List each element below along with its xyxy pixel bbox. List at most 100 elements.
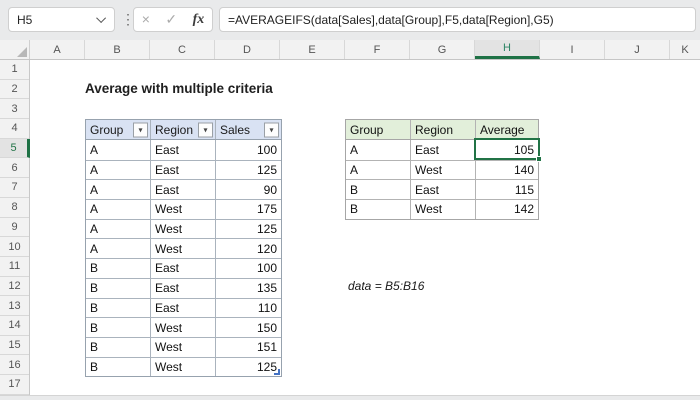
row-header-10[interactable]: 10 — [0, 237, 29, 257]
cell-G7[interactable]: East — [411, 180, 476, 200]
range-note[interactable]: data = B5:B16 — [348, 276, 431, 296]
column-header-G[interactable]: G — [410, 40, 475, 59]
result-table-header-average[interactable]: Average — [476, 120, 538, 139]
column-header-D[interactable]: D — [215, 40, 280, 59]
result-table-header-row: Group Region Average — [346, 120, 538, 140]
table-row: B West 151 — [86, 336, 281, 357]
cell-H8[interactable]: 142 — [476, 200, 538, 219]
row-header-15[interactable]: 15 — [0, 336, 29, 356]
cell-C14[interactable]: West — [151, 318, 216, 337]
cell-B15[interactable]: B — [86, 337, 151, 357]
cell-B7[interactable]: A — [86, 180, 151, 200]
column-header-F[interactable]: F — [345, 40, 410, 59]
row-header-11[interactable]: 11 — [0, 257, 29, 277]
cell-F7[interactable]: B — [346, 180, 411, 200]
select-all-button[interactable] — [0, 40, 30, 59]
column-header-J[interactable]: J — [605, 40, 670, 59]
cell-B8[interactable]: A — [86, 200, 151, 219]
cell-C9[interactable]: West — [151, 219, 216, 239]
column-header-H-selected[interactable]: H — [475, 40, 540, 59]
cell-B13[interactable]: B — [86, 298, 151, 318]
row-header-5-selected[interactable]: 5 — [0, 138, 30, 159]
insert-function-icon[interactable]: fx — [193, 8, 205, 31]
name-box-value: H5 — [17, 12, 33, 27]
cell-D16[interactable]: 125 — [216, 358, 281, 377]
filter-dropdown-icon[interactable]: ▾ — [198, 122, 213, 137]
result-table-header-region[interactable]: Region — [411, 120, 476, 139]
data-table-header-region[interactable]: Region ▾ — [151, 120, 216, 139]
cell-F8[interactable]: B — [346, 200, 411, 219]
cell-B9[interactable]: A — [86, 219, 151, 239]
cell-D8[interactable]: 175 — [216, 200, 281, 219]
cell-C7[interactable]: East — [151, 180, 216, 200]
cell-D13[interactable]: 110 — [216, 299, 281, 318]
cell-F6[interactable]: A — [346, 160, 411, 180]
column-header-E[interactable]: E — [280, 40, 345, 59]
column-header-K[interactable]: K — [670, 40, 700, 59]
row-header-13[interactable]: 13 — [0, 296, 29, 316]
row-header-8[interactable]: 8 — [0, 198, 29, 218]
row-header-14[interactable]: 14 — [0, 316, 29, 336]
cell-H5-active[interactable]: 105 — [476, 140, 538, 160]
cell-C10[interactable]: West — [151, 239, 216, 259]
select-all-triangle-icon — [17, 47, 27, 57]
cell-B5[interactable]: A — [86, 140, 151, 160]
cell-C6[interactable]: East — [151, 160, 216, 180]
cell-C13[interactable]: East — [151, 298, 216, 318]
table-resize-handle[interactable] — [274, 369, 280, 376]
row-header-6[interactable]: 6 — [0, 158, 29, 179]
cell-H7[interactable]: 115 — [476, 180, 538, 199]
row-header-1[interactable]: 1 — [0, 60, 29, 80]
cell-C11[interactable]: East — [151, 259, 216, 278]
cell-B11[interactable]: B — [86, 259, 151, 278]
cancel-icon[interactable]: × — [142, 8, 150, 31]
cell-C8[interactable]: West — [151, 200, 216, 219]
cell-D11[interactable]: 100 — [216, 259, 281, 278]
row-header-12[interactable]: 12 — [0, 277, 29, 297]
cell-C15[interactable]: West — [151, 337, 216, 357]
row-header-16[interactable]: 16 — [0, 355, 29, 375]
fill-handle[interactable] — [536, 156, 542, 162]
cell-B12[interactable]: B — [86, 278, 151, 298]
column-header-B[interactable]: B — [85, 40, 150, 59]
row-header-3[interactable]: 3 — [0, 99, 29, 120]
column-header-I[interactable]: I — [540, 40, 605, 59]
cell-D10[interactable]: 120 — [216, 239, 281, 258]
enter-icon[interactable]: ✓ — [165, 8, 177, 31]
cell-B6[interactable]: A — [86, 160, 151, 180]
cell-B14[interactable]: B — [86, 318, 151, 337]
cell-C12[interactable]: East — [151, 278, 216, 298]
result-table-header-group[interactable]: Group — [346, 120, 411, 139]
cell-H6[interactable]: 140 — [476, 161, 538, 180]
column-header-A[interactable]: A — [30, 40, 85, 59]
row-header-9[interactable]: 9 — [0, 218, 29, 238]
cell-F5[interactable]: A — [346, 140, 411, 160]
cell-D7[interactable]: 90 — [216, 180, 281, 199]
data-table-header-sales[interactable]: Sales ▾ — [216, 120, 281, 139]
cell-B10[interactable]: A — [86, 239, 151, 259]
cell-D12[interactable]: 135 — [216, 279, 281, 298]
worksheet-title[interactable]: Average with multiple criteria — [85, 78, 279, 99]
data-table-header-group[interactable]: Group ▾ — [86, 120, 151, 139]
cell-G8[interactable]: West — [411, 200, 476, 219]
row-header-7[interactable]: 7 — [0, 178, 29, 198]
chevron-down-icon[interactable] — [96, 13, 107, 24]
cell-D5[interactable]: 100 — [216, 140, 281, 160]
row-header-17[interactable]: 17 — [0, 375, 29, 395]
cell-C5[interactable]: East — [151, 140, 216, 160]
column-header-C[interactable]: C — [150, 40, 215, 59]
cell-G5[interactable]: East — [411, 140, 476, 160]
cell-D9[interactable]: 125 — [216, 220, 281, 239]
filter-dropdown-icon[interactable]: ▾ — [133, 122, 148, 137]
formula-input[interactable]: =AVERAGEIFS(data[Sales],data[Group],F5,d… — [219, 7, 696, 32]
name-box[interactable]: H5 — [8, 7, 115, 32]
cell-D14[interactable]: 150 — [216, 318, 281, 337]
cell-C16[interactable]: West — [151, 357, 216, 377]
cell-G6[interactable]: West — [411, 160, 476, 180]
cell-D15[interactable]: 151 — [216, 338, 281, 357]
filter-dropdown-icon[interactable]: ▾ — [264, 122, 279, 137]
row-header-2[interactable]: 2 — [0, 80, 29, 100]
row-header-4[interactable]: 4 — [0, 119, 29, 139]
cell-B16[interactable]: B — [86, 357, 151, 377]
cell-D6[interactable]: 125 — [216, 161, 281, 180]
